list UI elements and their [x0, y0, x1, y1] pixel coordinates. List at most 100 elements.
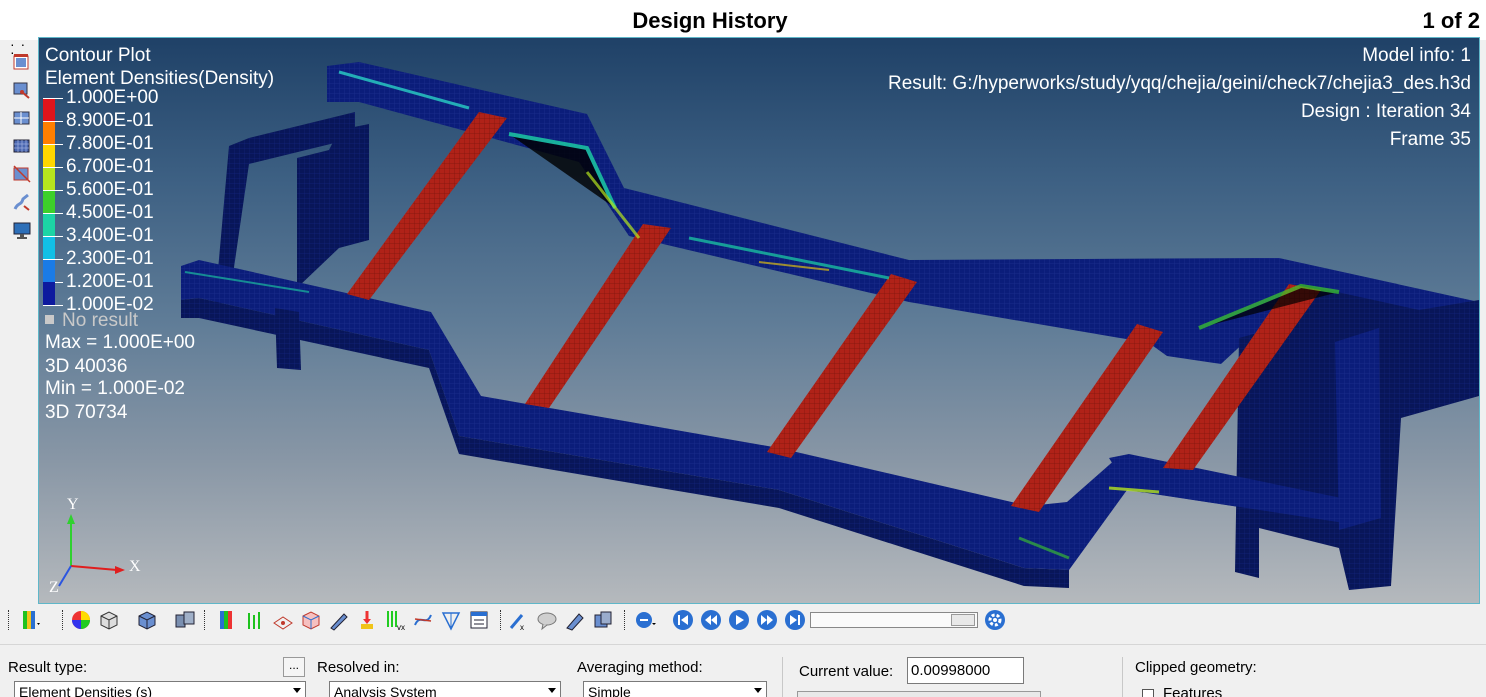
curve-icon[interactable] [440, 609, 462, 631]
result-type-browse-button[interactable]: ... [283, 657, 305, 677]
legend-tick [43, 305, 63, 306]
chevron-down-icon [754, 688, 762, 693]
legend-level-label: 6.700E-01 [66, 156, 154, 177]
result-type-value: Element Densities (s) [19, 684, 153, 697]
title-bar: Design History 1 of 2 [0, 0, 1486, 40]
contour-legend-icon[interactable] [20, 609, 42, 631]
toolbar-grip[interactable] [8, 610, 10, 630]
legend-tick [43, 190, 63, 191]
current-value-slider[interactable] [797, 691, 1041, 697]
legend-tick [43, 167, 63, 168]
contour-edit-icon[interactable] [12, 80, 32, 100]
axis-label-y: Y [67, 496, 79, 513]
legend-color-band [43, 282, 55, 305]
legend-color-band [43, 259, 55, 282]
mesh-view-icon[interactable] [12, 136, 32, 156]
last-frame-icon[interactable] [784, 609, 806, 631]
frame-slider[interactable] [810, 612, 978, 628]
legend-color-band [43, 144, 55, 167]
legend-color-band [43, 121, 55, 144]
no-result-swatch [45, 315, 54, 324]
max-element-text: 3D 40036 [45, 356, 128, 377]
shaded-cube-icon[interactable] [136, 609, 158, 631]
legend-tick [43, 259, 63, 260]
probe-icon[interactable]: vx [384, 609, 406, 631]
previous-frame-icon[interactable] [700, 609, 722, 631]
legend-level-label: 7.800E-01 [66, 133, 154, 154]
model-info-text: Model info: 1 [1362, 45, 1471, 66]
frame-text: Frame 35 [1389, 129, 1471, 150]
tracking-icon[interactable] [412, 609, 434, 631]
toolbar-separator [624, 610, 626, 630]
elements-icon[interactable] [174, 609, 196, 631]
current-value-label: Current value: [799, 663, 894, 680]
first-frame-icon[interactable] [672, 609, 694, 631]
toolbar-separator [500, 610, 502, 630]
legend-color-band [43, 167, 55, 190]
play-icon[interactable] [728, 609, 750, 631]
max-value-text: Max = 1.000E+00 [45, 332, 195, 353]
legend-tick [43, 121, 63, 122]
contour-bar-icon[interactable] [216, 609, 238, 631]
monitor-icon[interactable] [12, 220, 32, 240]
iso-icon[interactable] [272, 609, 294, 631]
contour-legend[interactable]: 1.000E+00 8.900E-01 7.800E-01 6.700E-01 5.60… [39, 87, 279, 324]
frame-slider-knob[interactable] [951, 614, 975, 626]
animation-mode-icon[interactable] [634, 609, 656, 631]
current-value-input[interactable]: 0.00998000 [907, 657, 1024, 684]
section-icon[interactable] [564, 609, 586, 631]
legend-tick [43, 144, 63, 145]
animation-toolbar: vx x [0, 604, 1486, 636]
resolved-in-label: Resolved in: [317, 659, 400, 676]
marker-icon[interactable] [356, 609, 378, 631]
features-checkbox[interactable] [1142, 689, 1154, 697]
svg-text:vx: vx [397, 623, 405, 631]
legend-level-label: 3.400E-01 [66, 225, 154, 246]
vector-icon[interactable] [244, 609, 266, 631]
toolbar-separator [62, 610, 64, 630]
iso-surface-icon[interactable] [12, 108, 32, 128]
design-iteration-text: Design : Iteration 34 [1300, 101, 1471, 122]
legend-level-label: 5.600E-01 [66, 179, 154, 200]
legend-level-label: 8.900E-01 [66, 110, 154, 131]
mesh-cube-icon[interactable] [98, 609, 120, 631]
comment-icon[interactable] [536, 609, 558, 631]
min-value-text: Min = 1.000E-02 [45, 378, 185, 399]
no-result-entry: No result [45, 310, 138, 332]
chevron-down-icon [548, 688, 556, 693]
legend-tick [43, 213, 63, 214]
query-icon[interactable]: x [508, 609, 530, 631]
result-panel: Result type: ... Element Densities (s) R… [0, 644, 1486, 697]
notes-icon[interactable] [468, 609, 490, 631]
legend-level-label: 1.200E-01 [66, 271, 154, 292]
svg-text:x: x [520, 623, 524, 631]
next-frame-icon[interactable] [756, 609, 778, 631]
result-type-select[interactable]: Element Densities (s) [14, 681, 306, 697]
legend-color-band [43, 236, 55, 259]
result-path-text: Result: G:/hyperworks/study/yqq/chejia/g… [888, 73, 1471, 94]
section-cut-icon[interactable] [592, 609, 614, 631]
graphics-viewport[interactable]: Contour Plot Element Densities(Density) … [38, 37, 1480, 604]
window-title: Design History [632, 8, 788, 33]
toolbar-separator [204, 610, 206, 630]
legend-tick [43, 236, 63, 237]
panel-divider [1122, 657, 1123, 697]
features-label: Features [1163, 685, 1223, 697]
color-wheel-icon[interactable] [70, 609, 92, 631]
resolved-in-select[interactable]: Analysis System [329, 681, 561, 697]
clip-icon[interactable] [12, 164, 32, 184]
deformed-shape-icon[interactable] [12, 192, 32, 212]
min-element-text: 3D 70734 [45, 402, 128, 423]
app-window: Design History 1 of 2 · · · Contour Plot… [0, 0, 1486, 697]
averaging-method-label: Averaging method: [577, 659, 703, 676]
wireframe-cube-icon[interactable] [300, 609, 322, 631]
page-count: 1 of 2 [1422, 8, 1480, 33]
legend-level-label: 4.500E-01 [66, 202, 154, 223]
contour-icon[interactable] [12, 52, 32, 72]
measure-icon[interactable] [328, 609, 350, 631]
settings-icon[interactable] [984, 609, 1006, 631]
legend-level-label: 2.300E-01 [66, 248, 154, 269]
legend-tick [43, 98, 63, 99]
averaging-method-select[interactable]: Simple [583, 681, 767, 697]
axis-label-z: Z [49, 579, 59, 596]
